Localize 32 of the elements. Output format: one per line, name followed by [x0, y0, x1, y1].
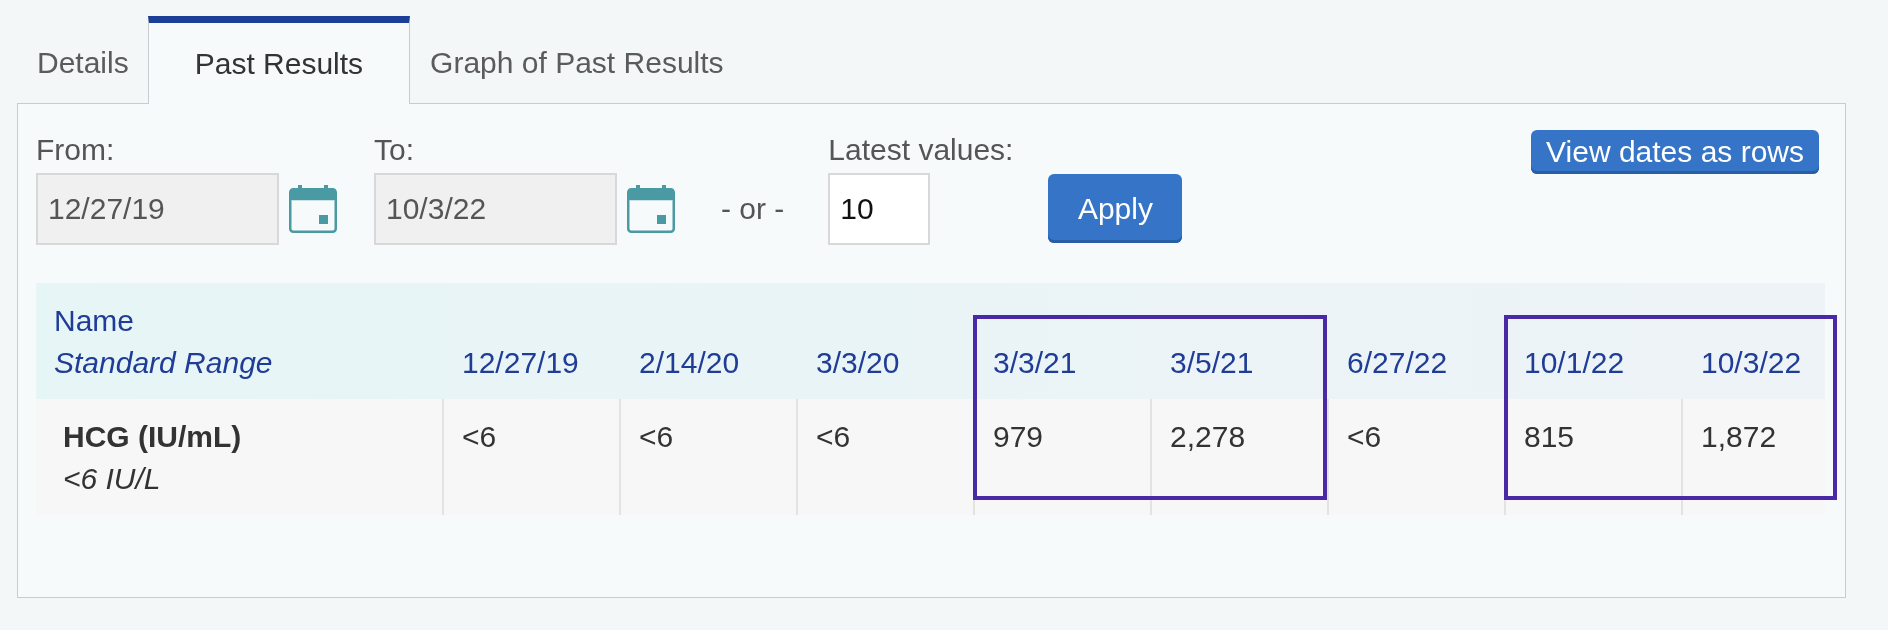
- column-header: 3/3/20: [796, 283, 973, 399]
- table-cell: <6: [442, 399, 619, 515]
- standard-range-text: <6 IU/L: [63, 461, 161, 497]
- table-cell: <6: [1327, 399, 1504, 515]
- table-cell: 979: [973, 399, 1150, 515]
- tab[interactable]: Past Results: [147, 16, 411, 104]
- column-header: 10/3/22: [1681, 283, 1825, 399]
- column-header: 12/27/19: [442, 283, 619, 399]
- calendar-icon[interactable]: [289, 185, 337, 233]
- tab[interactable]: Graph of Past Results: [410, 16, 743, 103]
- field-label: From:: [36, 132, 115, 168]
- view-dates-as-rows-button[interactable]: View dates as rows: [1531, 130, 1819, 174]
- table-cell: 2,278: [1150, 399, 1327, 515]
- apply-button[interactable]: Apply: [1048, 174, 1183, 243]
- column-header: 6/27/22: [1327, 283, 1504, 399]
- field-label: Latest values:: [828, 132, 1014, 168]
- separator-text: - or -: [721, 191, 785, 227]
- column-subheader: Standard Range: [54, 345, 273, 381]
- calendar-icon[interactable]: [627, 185, 675, 233]
- table-cell: 815: [1504, 399, 1681, 515]
- column-header: 10/1/22: [1504, 283, 1681, 399]
- table-cell: <6: [619, 399, 796, 515]
- column-header: 2/14/20: [619, 283, 796, 399]
- column-header: Name: [54, 303, 135, 339]
- tab[interactable]: Details: [17, 16, 148, 103]
- field-label: To:: [374, 132, 415, 168]
- table-cell: 1,872: [1681, 399, 1825, 515]
- column-header: 3/3/21: [973, 283, 1150, 399]
- column-header: 3/5/21: [1150, 283, 1327, 399]
- test-name: HCG (IU/mL): [63, 419, 242, 455]
- table-cell: <6: [796, 399, 973, 515]
- latest-values-field[interactable]: 10: [828, 173, 931, 245]
